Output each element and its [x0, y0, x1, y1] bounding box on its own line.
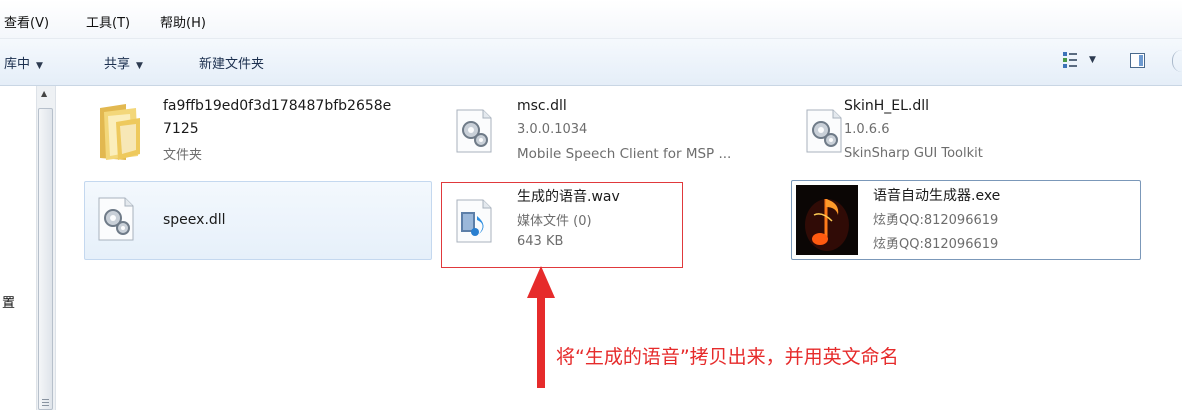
include-in-library-button[interactable]: 库中 ▼ — [4, 53, 43, 72]
file-company: 炫勇QQ:812096619 — [873, 213, 999, 228]
file-name: speex.dll — [163, 212, 226, 228]
music-note-app-icon — [796, 185, 858, 255]
dll-gear-icon — [806, 109, 842, 153]
file-description: Mobile Speech Client for MSP ... — [517, 146, 732, 162]
file-name: msc.dll — [517, 98, 567, 114]
file-version: 3.0.0.1034 — [517, 122, 588, 137]
file-name-line2: 7125 — [163, 121, 199, 137]
file-item-folder[interactable]: fa9ffb19ed0f3d178487bfb2658e 7125 文件夹 — [84, 94, 424, 174]
folder-icon — [100, 104, 140, 160]
scroll-thumb[interactable] — [38, 108, 53, 410]
new-folder-button[interactable]: 新建文件夹 — [199, 53, 264, 72]
file-description: SkinSharp GUI Toolkit — [844, 146, 983, 161]
file-item-exe[interactable]: 语音自动生成器.exe 炫勇QQ:812096619 炫勇QQ:81209661… — [791, 180, 1141, 260]
scroll-up-arrow-icon[interactable]: ▲ — [41, 89, 47, 98]
file-item-msc-dll[interactable]: msc.dll 3.0.0.1034 Mobile Speech Client … — [445, 94, 785, 174]
navigation-pane: 置 — [0, 86, 36, 410]
dll-gear-icon — [456, 109, 492, 153]
share-button[interactable]: 共享 ▼ — [104, 53, 143, 72]
view-options-arrow-icon[interactable]: ▼ — [1089, 55, 1096, 65]
file-type: 文件夹 — [163, 148, 203, 163]
menu-view[interactable]: 查看(V) — [4, 12, 49, 31]
include-in-library-label: 库中 — [4, 57, 31, 72]
preview-pane-icon[interactable] — [1130, 53, 1145, 68]
file-item-skinh-dll[interactable]: SkinH_EL.dll 1.0.6.6 SkinSharp GUI Toolk… — [795, 94, 1135, 174]
command-toolbar: 库中 ▼ 共享 ▼ 新建文件夹 — [0, 39, 1182, 86]
annotation-text: 将“生成的语音”拷贝出来，并用英文命名 — [556, 346, 899, 368]
share-label: 共享 — [104, 57, 131, 72]
highlight-box — [441, 182, 683, 268]
file-version: 1.0.6.6 — [844, 122, 890, 137]
scroll-grip-icon — [42, 399, 49, 407]
nav-scrollbar[interactable]: ▲ — [36, 86, 56, 410]
nav-item-location[interactable]: 置 — [2, 292, 15, 311]
change-view-icon[interactable] — [1063, 52, 1077, 68]
menu-tools[interactable]: 工具(T) — [86, 12, 130, 31]
red-arrow-icon — [527, 266, 555, 388]
dll-gear-icon — [98, 197, 134, 241]
file-description: 炫勇QQ:812096619 — [873, 237, 999, 252]
file-name-line1: fa9ffb19ed0f3d178487bfb2658e — [163, 98, 392, 114]
file-item-speex-dll[interactable]: speex.dll — [84, 181, 432, 260]
file-name: 语音自动生成器.exe — [873, 188, 1001, 204]
menu-bar: 查看(V) 工具(T) 帮助(H) — [0, 0, 1182, 39]
dropdown-arrow-icon: ▼ — [136, 61, 143, 71]
file-name: SkinH_EL.dll — [844, 98, 930, 114]
dropdown-arrow-icon: ▼ — [36, 61, 43, 71]
menu-help[interactable]: 帮助(H) — [160, 12, 206, 31]
